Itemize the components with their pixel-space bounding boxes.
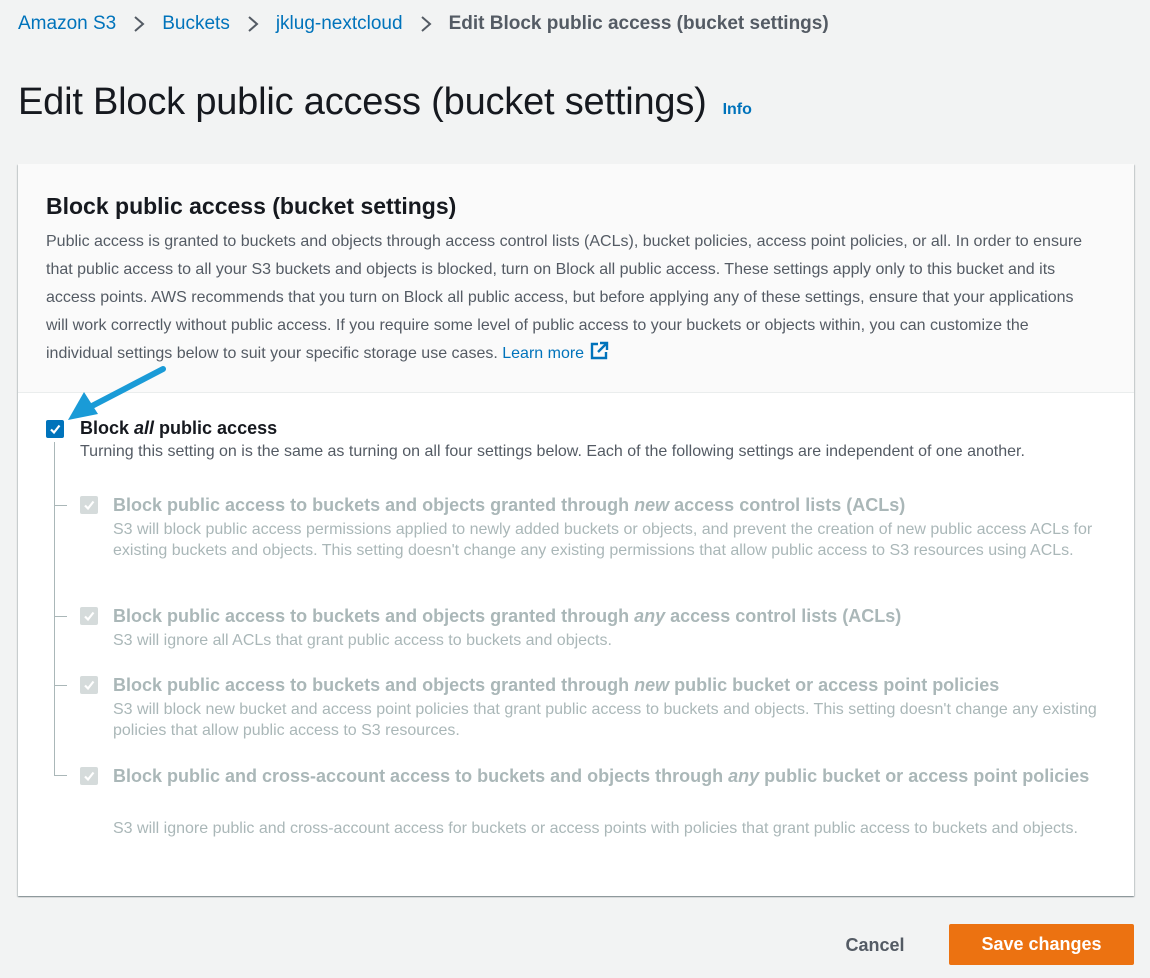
chevron-right-icon [230, 15, 276, 33]
checkmark-icon [84, 771, 95, 782]
panel-description: Public access is granted to buckets and … [46, 228, 1096, 368]
learn-more-label: Learn more [502, 345, 585, 362]
block-all-public-access-description: Turning this setting on is the same as t… [80, 443, 1025, 460]
learn-more-link[interactable]: Learn more [502, 341, 609, 362]
annotation-arrow-icon [68, 366, 166, 420]
label-emphasis: any [634, 606, 666, 626]
chevron-right-icon [403, 15, 449, 33]
block-any-acls-description: S3 will ignore all ACLs that grant publi… [113, 632, 612, 649]
label-part: access control lists (ACLs) [669, 495, 906, 515]
panel-header: Block public access (bucket settings) Pu… [18, 164, 1134, 393]
label-emphasis: any [728, 766, 760, 786]
label-part: public access [154, 418, 278, 438]
breadcrumb-buckets[interactable]: Buckets [162, 12, 230, 36]
label-part: Block public access to buckets and objec… [113, 675, 635, 695]
block-new-acls-label[interactable]: Block public access to buckets and objec… [113, 491, 905, 519]
external-link-icon [590, 341, 609, 360]
label-emphasis: new [634, 675, 670, 695]
label-part: public bucket or access point policies [669, 675, 1000, 695]
save-changes-button[interactable]: Save changes [949, 924, 1134, 965]
panel-description-text: Public access is granted to buckets and … [46, 233, 1083, 362]
block-cross-account-label[interactable]: Block public and cross-account access to… [113, 762, 1093, 790]
breadcrumb-current: Edit Block public access (bucket setting… [448, 13, 829, 34]
tree-line-branch [54, 505, 67, 506]
block-new-policies-checkbox[interactable] [80, 676, 98, 694]
label-part: Block public access to buckets and objec… [113, 495, 635, 515]
tree-line-vertical [54, 442, 55, 775]
block-public-access-panel: Block public access (bucket settings) Pu… [18, 164, 1134, 896]
label-part: Block public and cross-account access to… [113, 766, 729, 786]
label-part: public bucket or access point policies [759, 766, 1090, 786]
block-new-acls-checkbox[interactable] [80, 496, 98, 514]
panel-title: Block public access (bucket settings) [46, 193, 457, 219]
tree-line-branch [54, 616, 67, 617]
chevron-right-icon [116, 15, 162, 33]
label-emphasis: new [634, 495, 670, 515]
block-cross-account-checkbox[interactable] [80, 767, 98, 785]
cancel-button[interactable]: Cancel [822, 925, 928, 965]
page-header: Edit Block public access (bucket setting… [18, 78, 752, 126]
tree-line-branch [54, 685, 67, 686]
checkmark-icon [84, 680, 95, 691]
checkmark-icon [84, 500, 95, 511]
breadcrumb-amazon-s3[interactable]: Amazon S3 [18, 12, 116, 36]
label-part: access control lists (ACLs) [665, 606, 902, 626]
block-cross-account-description: S3 will ignore public and cross-account … [113, 820, 1078, 837]
info-link[interactable]: Info [723, 101, 752, 119]
tree-line-branch [54, 775, 67, 776]
breadcrumb-bucket-name[interactable]: jklug-nextcloud [276, 12, 403, 36]
checkmark-icon [84, 611, 95, 622]
block-any-acls-checkbox[interactable] [80, 607, 98, 625]
breadcrumb: Amazon S3 Buckets jklug-nextcloud Edit B… [18, 12, 829, 36]
block-new-acls-description: S3 will block public access permissions … [113, 521, 1093, 559]
block-any-acls-label[interactable]: Block public access to buckets and objec… [113, 602, 901, 630]
block-new-policies-label[interactable]: Block public access to buckets and objec… [113, 671, 999, 699]
page-title: Edit Block public access (bucket setting… [18, 81, 707, 123]
label-part: Block public access to buckets and objec… [113, 606, 635, 626]
block-new-policies-description: S3 will block new bucket and access poin… [113, 701, 1097, 739]
